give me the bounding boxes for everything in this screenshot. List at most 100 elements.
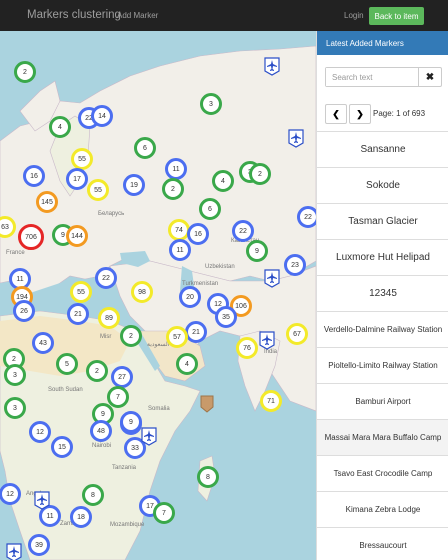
cluster-marker[interactable]: 27: [111, 366, 133, 388]
top-navbar: Markers clustering Add Marker Login Back…: [0, 0, 448, 31]
login-link[interactable]: Login: [344, 11, 364, 20]
list-item[interactable]: Tasman Glacier: [317, 203, 448, 239]
cluster-marker[interactable]: 67: [286, 323, 308, 345]
cluster-marker[interactable]: 35: [215, 306, 237, 328]
cluster-marker[interactable]: 11: [165, 158, 187, 180]
list-item[interactable]: Pioltello-Limito Railway Station: [317, 347, 448, 383]
cluster-marker[interactable]: 22: [95, 267, 117, 289]
cluster-marker[interactable]: 16: [187, 223, 209, 245]
cluster-marker[interactable]: 7: [107, 386, 129, 408]
cluster-marker[interactable]: 2: [86, 360, 108, 382]
list-item[interactable]: Bressaucourt: [317, 527, 448, 560]
airport-icon[interactable]: [34, 491, 50, 510]
cluster-marker[interactable]: 23: [284, 254, 306, 276]
cluster-marker[interactable]: 2: [120, 325, 142, 347]
cluster-marker[interactable]: 7: [153, 502, 175, 524]
cluster-marker[interactable]: 2: [249, 163, 271, 185]
search-input[interactable]: [326, 68, 419, 86]
chevron-right-icon[interactable]: ❯: [349, 104, 371, 124]
list-item[interactable]: Verdello-Dalmine Railway Station: [317, 311, 448, 347]
search-box: ✖: [325, 67, 442, 87]
cluster-marker[interactable]: 12: [0, 483, 21, 505]
cluster-marker[interactable]: 11: [169, 239, 191, 261]
cluster-marker[interactable]: 22: [232, 220, 254, 242]
cluster-marker[interactable]: 19: [123, 174, 145, 196]
map-label: Misr: [100, 334, 112, 340]
airport-icon[interactable]: [141, 427, 157, 446]
list-item[interactable]: Kimana Zebra Lodge: [317, 491, 448, 527]
cluster-marker[interactable]: 9: [246, 240, 268, 262]
brand-title[interactable]: Markers clustering: [27, 9, 121, 21]
map-label: Somalia: [148, 406, 170, 412]
cluster-marker[interactable]: 144: [66, 225, 88, 247]
times-icon[interactable]: ✖: [418, 68, 441, 86]
cluster-marker[interactable]: 89: [98, 307, 120, 329]
list-item[interactable]: Luxmore Hut Helipad: [317, 239, 448, 275]
cluster-marker[interactable]: 4: [212, 170, 234, 192]
airport-icon[interactable]: [288, 129, 304, 148]
cluster-marker[interactable]: 20: [179, 286, 201, 308]
latest-markers-panel: Latest Added Markers ✖ ❮ ❯ Page: 1 of 69…: [316, 31, 448, 560]
cluster-marker[interactable]: 8: [197, 466, 219, 488]
back-to-item-button[interactable]: Back to item: [369, 7, 424, 25]
cluster-marker[interactable]: 26: [13, 300, 35, 322]
cluster-marker[interactable]: 55: [71, 148, 93, 170]
cluster-marker[interactable]: 21: [67, 303, 89, 325]
page-info: Page: 1 of 693: [373, 109, 426, 118]
list-item[interactable]: Sansanne: [317, 131, 448, 167]
cluster-marker[interactable]: 3: [4, 397, 26, 419]
map-view[interactable]: Беларусь Казахстан Uzbekistan Turkmenist…: [0, 31, 316, 560]
cluster-marker[interactable]: 71: [260, 390, 282, 412]
cluster-marker[interactable]: 98: [131, 281, 153, 303]
list-item[interactable]: Tsavo East Crocodile Camp: [317, 455, 448, 491]
cluster-marker[interactable]: 12: [29, 421, 51, 443]
cluster-marker[interactable]: 55: [87, 179, 109, 201]
map-label: Nairobi: [92, 443, 112, 449]
marker-list: Sansanne Sokode Tasman Glacier Luxmore H…: [317, 131, 448, 560]
map-land: [0, 45, 316, 560]
cluster-marker[interactable]: 39: [28, 534, 50, 556]
cluster-marker[interactable]: 6: [134, 137, 156, 159]
cluster-marker[interactable]: 15: [51, 436, 73, 458]
cluster-marker[interactable]: 145: [36, 191, 58, 213]
list-item[interactable]: Sokode: [317, 167, 448, 203]
cluster-marker[interactable]: 3: [4, 364, 26, 386]
airport-icon[interactable]: [264, 57, 280, 76]
map-label: France: [6, 250, 25, 256]
panel-header: Latest Added Markers: [317, 31, 448, 55]
cluster-marker[interactable]: 4: [176, 353, 198, 375]
map-label: Mozambique: [110, 522, 145, 528]
cluster-marker[interactable]: 706: [18, 224, 44, 250]
chevron-left-icon[interactable]: ❮: [325, 104, 347, 124]
cluster-marker[interactable]: 22: [297, 206, 316, 228]
airport-icon[interactable]: [259, 331, 275, 350]
cluster-marker[interactable]: 2: [162, 178, 184, 200]
cluster-marker[interactable]: 57: [166, 326, 188, 348]
airport-icon[interactable]: [264, 269, 280, 288]
cluster-marker[interactable]: 2: [14, 61, 36, 83]
cluster-marker[interactable]: 21: [185, 321, 207, 343]
cluster-marker[interactable]: 14: [91, 105, 113, 127]
airport-icon[interactable]: [6, 543, 22, 560]
cluster-marker[interactable]: 9: [120, 411, 142, 433]
cluster-marker[interactable]: 5: [56, 353, 78, 375]
list-item[interactable]: Bamburi Airport: [317, 383, 448, 419]
place-marker-icon[interactable]: [200, 395, 214, 413]
cluster-marker[interactable]: 3: [200, 93, 222, 115]
cluster-marker[interactable]: 8: [82, 484, 104, 506]
cluster-marker[interactable]: 16: [23, 165, 45, 187]
cluster-marker[interactable]: 55: [70, 281, 92, 303]
cluster-marker[interactable]: 17: [66, 168, 88, 190]
cluster-marker[interactable]: 4: [49, 116, 71, 138]
map-label: Беларусь: [98, 211, 125, 217]
list-item[interactable]: Massai Mara Mara Buffalo Camp: [317, 419, 448, 455]
cluster-marker[interactable]: 6: [199, 198, 221, 220]
add-marker-link[interactable]: Add Marker: [117, 11, 158, 20]
cluster-marker[interactable]: 48: [90, 420, 112, 442]
cluster-marker[interactable]: 18: [70, 506, 92, 528]
map-label: السعودية: [147, 342, 170, 348]
cluster-marker[interactable]: 43: [32, 332, 54, 354]
map-label: Uzbekistan: [205, 264, 235, 270]
list-item[interactable]: 12345: [317, 275, 448, 311]
cluster-marker[interactable]: 76: [236, 337, 258, 359]
